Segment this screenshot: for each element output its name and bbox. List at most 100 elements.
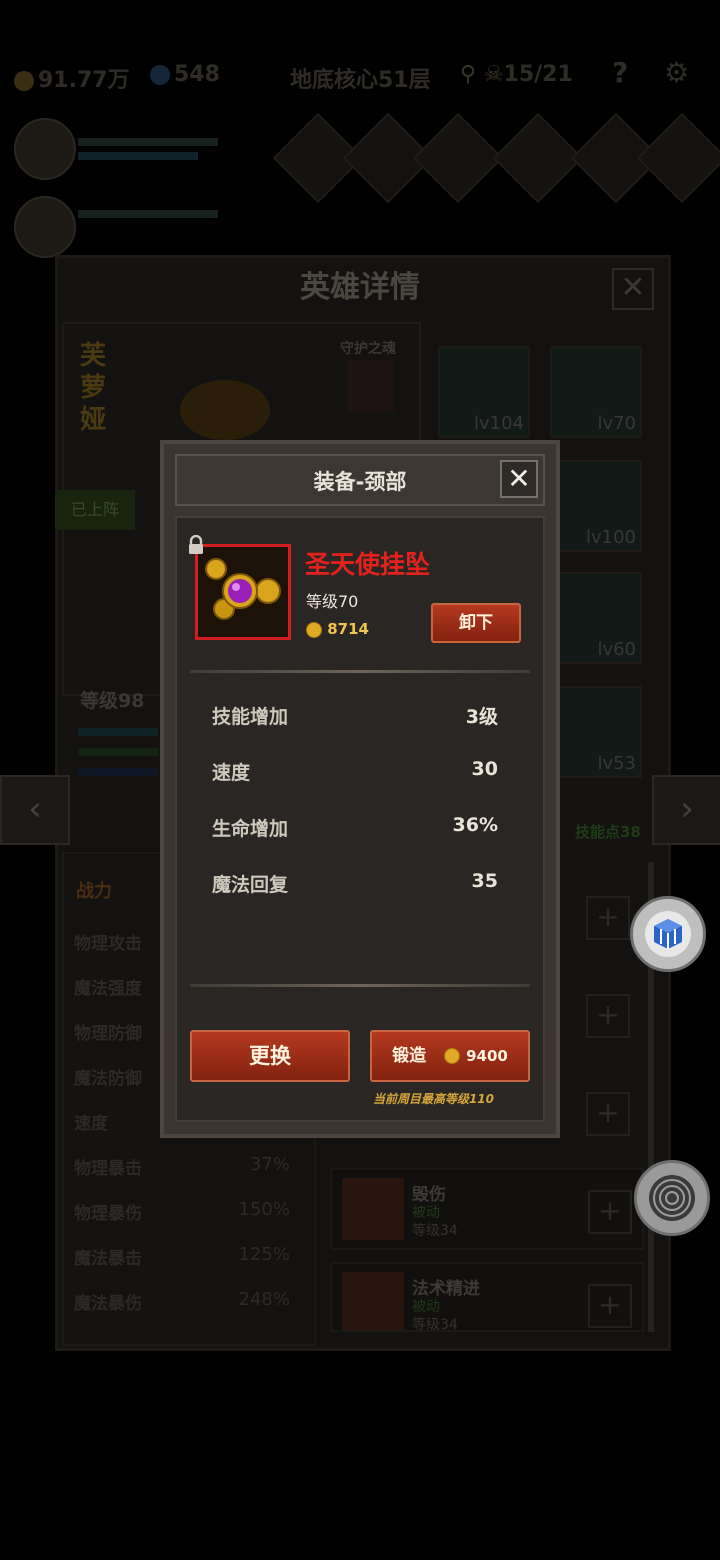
- key-display: ⚲ ☠15/21: [460, 62, 573, 87]
- equipment-slot-ring[interactable]: lv60: [550, 572, 642, 664]
- skill-upgrade-button[interactable]: +: [586, 896, 630, 940]
- stat-row: 物理暴伤 150%: [74, 1199, 290, 1224]
- stat-label: 魔法强度: [74, 979, 142, 999]
- equipment-level: lv53: [597, 753, 636, 774]
- key-count: 15/21: [503, 62, 573, 87]
- skill-upgrade-button[interactable]: +: [588, 1190, 632, 1234]
- item-price: 8714: [306, 620, 369, 638]
- combat-power-label: 战力: [76, 881, 112, 902]
- stat-row: 魔法暴伤 248%: [74, 1289, 290, 1314]
- gem-icon: [150, 65, 170, 85]
- item-stat-value: 36%: [452, 814, 498, 836]
- skill-card[interactable]: 法术精进 被动 等级34 +: [330, 1262, 644, 1332]
- lock-icon[interactable]: [186, 534, 206, 555]
- item-stat-row: 生命增加 36%: [212, 814, 498, 841]
- hero-name: 芙萝娅: [80, 341, 107, 435]
- skill-type: 被动: [412, 1205, 440, 1221]
- exp-bar: [78, 768, 158, 776]
- item-price-value: 8714: [327, 620, 369, 638]
- hero-level: 等级98: [80, 690, 145, 712]
- item-stat-row: 技能增加 3级: [212, 702, 498, 729]
- skill-slot[interactable]: [636, 112, 720, 204]
- unequip-button[interactable]: 卸下: [431, 603, 521, 643]
- prev-hero-button[interactable]: ‹: [0, 775, 70, 845]
- item-stat-value: 30: [471, 758, 498, 780]
- skill-upgrade-button[interactable]: +: [586, 994, 630, 1038]
- coin-icon: [306, 621, 322, 638]
- replace-button[interactable]: 更换: [190, 1030, 350, 1082]
- max-level-note: 当前周目最高等级110: [372, 1092, 494, 1106]
- divider: [190, 670, 530, 673]
- divider: [190, 984, 530, 987]
- stat-value: 37%: [249, 1154, 290, 1175]
- pendant-icon: [205, 558, 281, 620]
- item-level: 等级70: [306, 592, 359, 611]
- stat-value: 150%: [238, 1199, 290, 1220]
- stat-label: 物理暴伤: [74, 1204, 142, 1224]
- item-stat-label: 生命增加: [212, 818, 289, 840]
- skill-upgrade-button[interactable]: +: [588, 1284, 632, 1328]
- stat-label: 魔法防御: [74, 1069, 142, 1089]
- hp-bar: [78, 138, 218, 146]
- item-stat-label: 速度: [212, 762, 251, 784]
- skill-upgrade-button[interactable]: +: [586, 1092, 630, 1136]
- gem-display: 548: [150, 62, 220, 87]
- gold-display: 91.77万: [14, 62, 130, 94]
- floating-assist-button[interactable]: [634, 1160, 710, 1236]
- equipment-slot-accessory[interactable]: lv53: [550, 686, 642, 778]
- mp-bar: [78, 152, 198, 160]
- guard-soul-label: 守护之魂: [340, 341, 396, 357]
- gem-amount: 548: [174, 62, 220, 87]
- stat-label: 魔法暴伤: [74, 1294, 142, 1314]
- skill-card[interactable]: 毁伤 被动 等级34 +: [330, 1168, 644, 1250]
- equipment-slot-armor[interactable]: lv100: [550, 460, 642, 552]
- hero-avatar[interactable]: [14, 118, 76, 180]
- stat-row: 魔法暴击 125%: [74, 1244, 290, 1269]
- skill-slot[interactable]: [412, 112, 504, 204]
- item-stat-value: 3级: [465, 706, 498, 728]
- stat-label: 物理暴击: [74, 1159, 142, 1179]
- item-stat-row: 魔法回复 35: [212, 870, 498, 897]
- forge-button[interactable]: 锻造 9400: [370, 1030, 530, 1082]
- floating-cube-button[interactable]: [630, 896, 706, 972]
- skill-slot[interactable]: [492, 112, 584, 204]
- settings-icon[interactable]: ⚙: [664, 56, 689, 89]
- item-stat-row: 速度 30: [212, 758, 498, 785]
- equipment-level: lv70: [597, 413, 636, 434]
- hero-portrait: [180, 380, 270, 440]
- hero-detail-close-button[interactable]: ✕: [612, 268, 654, 310]
- next-hero-button[interactable]: ›: [652, 775, 720, 845]
- location-label: 地底核心51层: [290, 68, 431, 93]
- guard-soul-icon[interactable]: [348, 360, 394, 412]
- target-icon: [649, 1175, 695, 1221]
- item-stat-value: 35: [471, 870, 498, 892]
- skill-level: 等级34: [412, 1317, 458, 1332]
- item-name: 圣天使挂坠: [305, 550, 431, 579]
- skill-type: 被动: [412, 1299, 440, 1315]
- top-resource-bar: 91.77万 548 地底核心51层 ⚲ ☠15/21 ? ⚙: [0, 50, 720, 100]
- equipment-slot-weapon[interactable]: lv104: [438, 346, 530, 438]
- skill-points-label: 技能点38: [575, 823, 641, 841]
- hero-avatar[interactable]: [14, 196, 76, 258]
- hp-bar: [78, 210, 218, 218]
- skill-level: 等级34: [412, 1223, 458, 1239]
- equipment-level: lv60: [597, 639, 636, 660]
- equipment-slot-neck[interactable]: lv70: [550, 346, 642, 438]
- exp-bar: [78, 728, 158, 736]
- stat-value: 125%: [238, 1244, 290, 1265]
- stat-label: 物理防御: [74, 1024, 142, 1044]
- key-icon: ⚲: [460, 62, 477, 87]
- modal-close-button[interactable]: ✕: [500, 460, 538, 498]
- cube-icon: [645, 911, 691, 957]
- equipment-level: lv104: [473, 413, 524, 434]
- help-button[interactable]: ?: [612, 56, 628, 89]
- stat-row: 物理暴击 37%: [74, 1154, 290, 1179]
- item-stat-label: 技能增加: [212, 706, 289, 728]
- hero-detail-title: 英雄详情: [300, 270, 420, 305]
- stat-label: 速度: [74, 1114, 108, 1134]
- item-frame[interactable]: [195, 544, 291, 640]
- skill-icon: [342, 1272, 404, 1330]
- equipment-level: lv100: [585, 527, 636, 548]
- stat-label: 魔法暴击: [74, 1249, 142, 1269]
- coin-icon: [14, 71, 34, 91]
